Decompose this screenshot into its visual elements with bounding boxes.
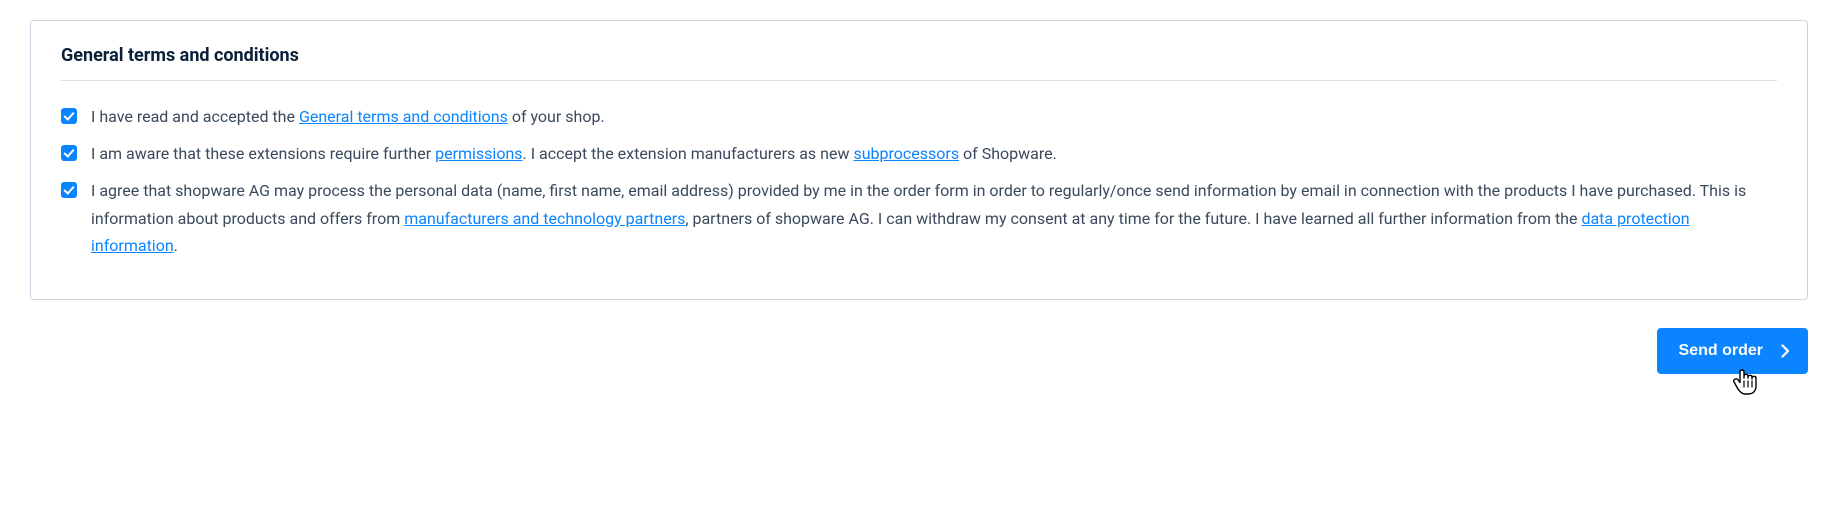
send-order-button[interactable]: Send order bbox=[1657, 328, 1808, 374]
terms-text-segment: , partners of shopware AG. I can withdra… bbox=[685, 209, 1581, 228]
terms-link[interactable]: subprocessors bbox=[853, 144, 959, 163]
terms-text: I have read and accepted the General ter… bbox=[91, 103, 1777, 130]
terms-link[interactable]: manufacturers and technology partners bbox=[404, 209, 685, 228]
terms-checkbox[interactable] bbox=[61, 145, 77, 161]
terms-text: I agree that shopware AG may process the… bbox=[91, 177, 1777, 259]
terms-text-segment: of your shop. bbox=[508, 107, 605, 126]
terms-row: I have read and accepted the General ter… bbox=[61, 103, 1777, 130]
chevron-right-icon bbox=[1781, 344, 1790, 358]
send-order-label: Send order bbox=[1679, 342, 1763, 360]
terms-row: I agree that shopware AG may process the… bbox=[61, 177, 1777, 259]
terms-text-segment: I have read and accepted the bbox=[91, 107, 299, 126]
terms-text-segment: . I accept the extension manufacturers a… bbox=[523, 144, 854, 163]
terms-text-segment: I am aware that these extensions require… bbox=[91, 144, 435, 163]
terms-row: I am aware that these extensions require… bbox=[61, 140, 1777, 167]
terms-link[interactable]: General terms and conditions bbox=[299, 107, 508, 126]
terms-panel: General terms and conditions I have read… bbox=[30, 20, 1808, 300]
terms-text-segment: . bbox=[174, 236, 178, 255]
terms-link[interactable]: permissions bbox=[435, 144, 522, 163]
terms-text-segment: of Shopware. bbox=[959, 144, 1057, 163]
panel-divider bbox=[61, 80, 1777, 81]
terms-checkbox[interactable] bbox=[61, 182, 77, 198]
terms-list: I have read and accepted the General ter… bbox=[61, 103, 1777, 259]
actions-row: Send order bbox=[30, 328, 1808, 374]
terms-checkbox[interactable] bbox=[61, 108, 77, 124]
panel-title: General terms and conditions bbox=[61, 45, 1777, 66]
terms-text: I am aware that these extensions require… bbox=[91, 140, 1777, 167]
